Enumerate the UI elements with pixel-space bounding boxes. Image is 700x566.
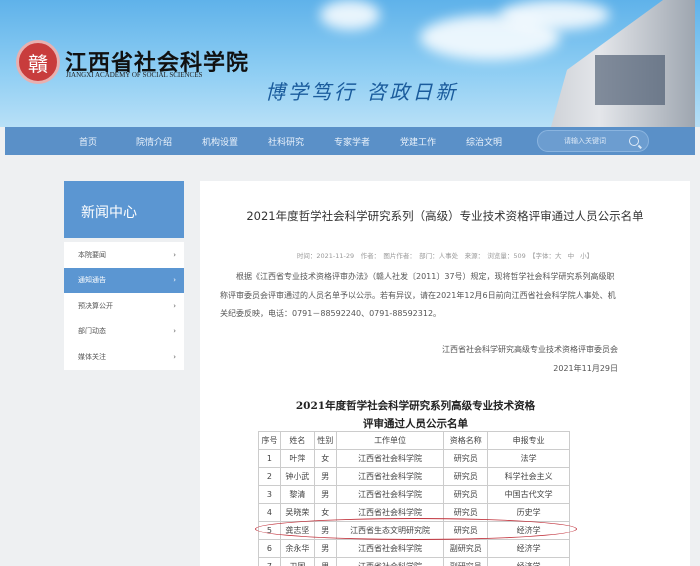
- article-signature: 江西省社会科学研究高级专业技术资格评审委员会: [442, 345, 618, 354]
- table-cell: 工作单位: [335, 431, 445, 450]
- sidebar-item-label: 通知通告: [78, 276, 106, 285]
- table-row: 3 黎清男江西省社会科学院 研究员 中国古代文学: [258, 485, 570, 504]
- nav-party[interactable]: 党建工作: [385, 135, 451, 148]
- table-cell: 叶萍: [279, 449, 315, 468]
- table-cell: 申报专业: [487, 431, 570, 450]
- table-cell: 研究员: [443, 449, 489, 468]
- table-cell: 钟小武: [279, 467, 315, 486]
- sidebar-item-notices[interactable]: 通知通告 ›: [64, 267, 184, 293]
- article-date: 2021年11月29日: [553, 364, 618, 373]
- table-row: 6 余永华男江西省社会科学院 副研究员 经济学: [258, 539, 570, 558]
- table-cell: 江西省社会科学院: [335, 485, 445, 504]
- table-row: 7卫国男江西省社会科学院副研究员经济学: [258, 557, 570, 566]
- sidebar-item-dept-news[interactable]: 部门动态 ›: [64, 319, 184, 345]
- chevron-right-icon: ›: [173, 276, 176, 285]
- table-cell: 经济学: [487, 539, 570, 558]
- table-cell: 研究员: [443, 485, 489, 504]
- table-cell: 序号: [258, 431, 281, 450]
- table-cell: 1: [258, 449, 281, 468]
- table-cell: 法学: [487, 449, 570, 468]
- table-cell: 黎清: [279, 485, 315, 504]
- main-nav: 首页 院情介绍 机构设置 社科研究 专家学者 党建工作 综治文明 请输入关键词: [5, 127, 695, 155]
- results-table: 序号 姓名 性别 工作单位 资格名称 申报专业 1 叶萍女江西省社会科学院 研究员 法学 2 钟小武男…: [258, 431, 573, 566]
- table-cell: 6: [258, 539, 281, 558]
- table-cell: 男: [313, 467, 337, 486]
- chevron-right-icon: ›: [173, 301, 176, 310]
- table-cell: 江西省社会科学院: [335, 467, 445, 486]
- table-cell: 研究员: [443, 467, 489, 486]
- sidebar-title: 新闻中心: [64, 181, 184, 238]
- table-cell: 余永华: [279, 539, 315, 558]
- slogan: 博学笃行 咨政日新: [265, 80, 459, 104]
- nav-research[interactable]: 社科研究: [253, 135, 319, 148]
- nav-experts[interactable]: 专家学者: [319, 135, 385, 148]
- nav-departments[interactable]: 机构设置: [187, 135, 253, 148]
- table-cell: 男: [313, 539, 337, 558]
- table-cell: 7: [258, 557, 281, 566]
- sidebar-item-news[interactable]: 本院要闻 ›: [64, 242, 184, 268]
- table-cell: 姓名: [279, 431, 315, 450]
- academy-logo[interactable]: 贛: [16, 40, 60, 84]
- sidebar-item-label: 媒体关注: [78, 352, 106, 361]
- table-cell: 资格名称: [443, 431, 489, 450]
- search-input[interactable]: 请输入关键词: [537, 130, 649, 152]
- table-cell: 江西省社会科学院: [335, 449, 445, 468]
- table-title-line-1: 2021年度哲学社会科学研究系列高级专业技术资格: [295, 400, 536, 412]
- sidebar-item-label: 部门动态: [78, 327, 106, 336]
- nav-home[interactable]: 首页: [55, 135, 121, 148]
- table-cell: 副研究员: [443, 539, 489, 558]
- table-cell: 4: [258, 503, 281, 522]
- table-row: 2 钟小武男江西省社会科学院 研究员 科学社会主义: [258, 467, 570, 486]
- table-cell: 科学社会主义: [487, 467, 570, 486]
- table-cell: 女: [313, 449, 337, 468]
- table-cell: 吴晓荣: [279, 503, 315, 522]
- chevron-right-icon: ›: [173, 250, 176, 259]
- table-title: 2021年度哲学社会科学研究系列高级专业技术资格 评审通过人员公示名单: [258, 397, 573, 433]
- sidebar: 新闻中心 本院要闻 › 通知通告 › 预决算公开 › 部门动态 › 媒体关注 ›: [64, 181, 184, 370]
- nav-about[interactable]: 院情介绍: [121, 135, 187, 148]
- sidebar-item-media[interactable]: 媒体关注 ›: [64, 344, 184, 370]
- table-cell: 男: [313, 485, 337, 504]
- search-icon[interactable]: [629, 136, 639, 146]
- table-cell: 性别: [313, 431, 337, 450]
- sidebar-item-label: 预决算公开: [78, 301, 113, 310]
- sidebar-item-budget[interactable]: 预决算公开 ›: [64, 293, 184, 319]
- table-row: 1 叶萍女江西省社会科学院 研究员 法学: [258, 449, 570, 468]
- table-cell: 中国古代文学: [487, 485, 570, 504]
- table-cell: 江西省社会科学院: [335, 539, 445, 558]
- table-cell: 经济学: [487, 557, 570, 566]
- table-cell: 江西省社会科学院: [335, 557, 445, 566]
- table-cell: 3: [258, 485, 281, 504]
- chevron-right-icon: ›: [173, 327, 176, 336]
- highlight-ellipse: [255, 518, 577, 540]
- chevron-right-icon: ›: [173, 352, 176, 361]
- logo-glyph: 贛: [28, 51, 48, 76]
- article-title: 2021年度哲学社会科学研究系列（高级）专业技术资格评审通过人员公示名单: [246, 209, 644, 223]
- table-cell: 2: [258, 467, 281, 486]
- search-placeholder: 请输入关键词: [564, 137, 606, 145]
- table-header-row: 序号 姓名 性别 工作单位 资格名称 申报专业: [258, 431, 570, 450]
- article-meta: 时间：2021-11-29 作者： 图片作者： 部门：人事处 来源： 浏览量：5…: [296, 252, 594, 260]
- nav-civilization[interactable]: 综治文明: [451, 135, 517, 148]
- table-cell: 男: [313, 557, 337, 566]
- header-banner: 贛 江西省社会科学院 JIANGXI ACADEMY OF SOCIAL SCI…: [0, 0, 700, 127]
- table-cell: 卫国: [279, 557, 315, 566]
- site-name-en: JIANGXI ACADEMY OF SOCIAL SCIENCES: [66, 71, 203, 79]
- article-body: 根据《江西省专业技术资格评审办法》（赣人社发〔2011〕37号）规定，现将哲学社…: [220, 272, 616, 318]
- sidebar-item-label: 本院要闻: [78, 250, 106, 259]
- table-cell: 副研究员: [443, 557, 489, 566]
